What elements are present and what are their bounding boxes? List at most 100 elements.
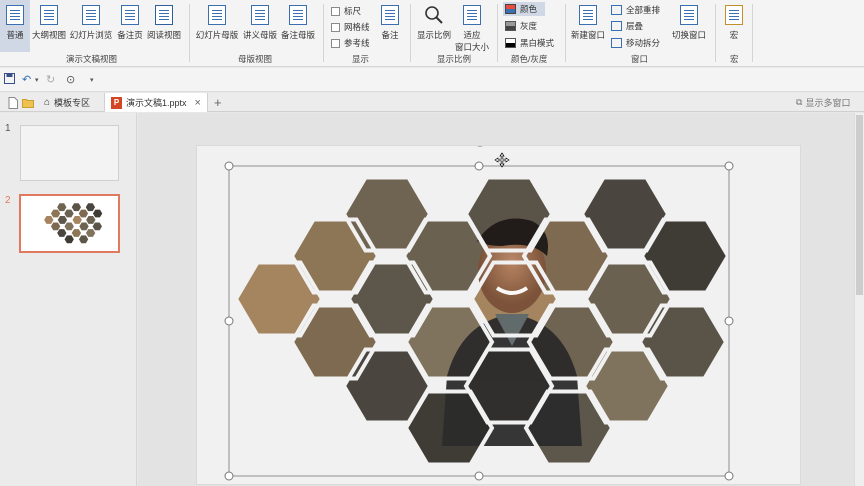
color-button[interactable]: 颜色 bbox=[503, 2, 546, 16]
notes-button[interactable]: 备注 bbox=[377, 4, 403, 41]
group-label-color: 颜色/灰度 bbox=[511, 54, 548, 64]
slide-master-button[interactable]: 幻灯片母版 bbox=[194, 4, 240, 41]
arrange-all-button[interactable]: 全部重排 bbox=[611, 4, 660, 16]
switch-windows-button[interactable]: 切换窗口 bbox=[669, 4, 709, 41]
fit-window-icon bbox=[461, 4, 483, 26]
group-label-presentation-views: 演示文稿视图 bbox=[66, 54, 118, 64]
notes-master-button[interactable]: 备注母版 bbox=[280, 4, 316, 41]
move-split-icon bbox=[611, 38, 622, 48]
pptx-file-icon: P bbox=[111, 96, 122, 109]
multi-window-button[interactable]: ⧉ 显示多窗口 bbox=[790, 93, 856, 112]
thumbnail-hexagon-preview bbox=[43, 202, 103, 244]
separator bbox=[715, 4, 716, 62]
cascade-button[interactable]: 层叠 bbox=[611, 20, 643, 32]
tab-templates[interactable]: ⌂ 模板专区 bbox=[38, 93, 96, 112]
current-slide[interactable] bbox=[196, 145, 801, 485]
notes-page-icon bbox=[119, 4, 141, 26]
ribbon: 普通 大纲视图 幻灯片浏览 备注页 阅读视图 演示文稿视图 幻灯片母版 讲义母版… bbox=[0, 0, 864, 67]
thumbnail-hexagon bbox=[56, 202, 68, 212]
customize-icon[interactable]: ▾ bbox=[90, 76, 94, 84]
multi-window-icon: ⧉ bbox=[796, 97, 803, 107]
save-icon[interactable] bbox=[4, 73, 15, 87]
thumbnail-hexagon bbox=[78, 209, 89, 219]
thumbnail-hexagon bbox=[92, 209, 103, 219]
thumbnail-hexagon bbox=[71, 202, 82, 212]
dropdown-icon[interactable]: ▾ bbox=[35, 76, 39, 84]
macros-icon bbox=[723, 4, 745, 26]
separator bbox=[752, 4, 753, 62]
slide-sorter-button[interactable]: 幻灯片浏览 bbox=[68, 4, 114, 41]
slide-editing-canvas[interactable] bbox=[138, 113, 854, 486]
new-window-button[interactable]: 新建窗口 bbox=[570, 4, 606, 41]
thumbnail-hexagon bbox=[43, 215, 55, 225]
thumbnail-hexagon bbox=[78, 234, 89, 244]
thumbnail-hexagon bbox=[56, 228, 68, 238]
handout-master-button[interactable]: 讲义母版 bbox=[242, 4, 278, 41]
fit-window-button[interactable]: 适应 窗口大小 bbox=[454, 4, 490, 53]
resize-handle[interactable] bbox=[724, 471, 734, 481]
gridlines-checkbox[interactable]: 网格线 bbox=[331, 21, 370, 33]
separator bbox=[323, 4, 324, 62]
resize-handle[interactable] bbox=[224, 161, 234, 171]
separator bbox=[497, 4, 498, 62]
slide-master-icon bbox=[206, 4, 228, 26]
resize-handle[interactable] bbox=[724, 161, 734, 171]
move-split-button[interactable]: 移动拆分 bbox=[611, 37, 660, 49]
vertical-scrollbar[interactable] bbox=[854, 113, 864, 486]
handout-master-icon bbox=[249, 4, 271, 26]
resize-handle[interactable] bbox=[224, 471, 234, 481]
checkbox-box bbox=[331, 6, 340, 16]
home-icon: ⌂ bbox=[44, 97, 51, 108]
notes-master-icon bbox=[287, 4, 309, 26]
cascade-icon bbox=[611, 21, 622, 31]
separator bbox=[189, 4, 190, 62]
color-icon bbox=[505, 4, 516, 14]
group-label-show: 显示 bbox=[352, 54, 370, 64]
add-tab-button[interactable]: + bbox=[208, 93, 228, 112]
checkbox-box bbox=[331, 38, 340, 48]
resize-handle[interactable] bbox=[724, 316, 734, 326]
black-white-icon bbox=[505, 38, 516, 48]
new-window-icon bbox=[577, 4, 599, 26]
thumbnail-hexagon bbox=[63, 209, 75, 219]
outline-view-button[interactable]: 大纲视图 bbox=[31, 4, 67, 41]
folder-icon[interactable] bbox=[16, 93, 40, 112]
group-label-master-views: 母版视图 bbox=[238, 54, 273, 64]
grayscale-icon bbox=[505, 21, 516, 31]
undo-icon[interactable]: ↶ bbox=[22, 73, 31, 86]
reading-view-button[interactable]: 阅读视图 bbox=[146, 4, 182, 41]
quick-access-toolbar: ↶ ▾ ↻ ⊙ ▾ bbox=[0, 68, 864, 92]
reading-view-icon bbox=[153, 4, 175, 26]
resize-handle[interactable] bbox=[474, 471, 484, 481]
normal-view-icon bbox=[4, 4, 26, 26]
black-white-button[interactable]: 黑白模式 bbox=[505, 37, 554, 49]
thumbnail-hexagon bbox=[63, 234, 75, 244]
slide-number: 2 bbox=[5, 195, 11, 206]
thumbnail-hexagon bbox=[85, 228, 96, 238]
print-preview-icon[interactable]: ⊙ bbox=[66, 73, 75, 86]
guides-checkbox[interactable]: 参考线 bbox=[331, 37, 370, 49]
move-cursor-icon bbox=[494, 152, 510, 168]
grayscale-button[interactable]: 灰度 bbox=[505, 20, 537, 32]
hexagon-photo-collage[interactable] bbox=[197, 146, 802, 486]
notes-icon bbox=[379, 4, 401, 26]
redo-icon[interactable]: ↻ bbox=[46, 73, 55, 86]
zoom-button[interactable]: 显示比例 bbox=[416, 4, 452, 41]
document-tab-bar: ⌂ 模板专区 P 演示文稿1.pptx × + ⧉ 显示多窗口 bbox=[0, 93, 864, 112]
normal-view-button[interactable]: 普通 bbox=[0, 0, 30, 52]
tab-document[interactable]: P 演示文稿1.pptx × bbox=[104, 93, 208, 112]
macros-button[interactable]: 宏 bbox=[722, 4, 746, 41]
resize-handle[interactable] bbox=[224, 316, 234, 326]
ruler-checkbox[interactable]: 标尺 bbox=[331, 5, 361, 17]
group-label-window: 窗口 bbox=[631, 54, 649, 64]
notes-page-button[interactable]: 备注页 bbox=[115, 4, 145, 41]
separator bbox=[565, 4, 566, 62]
slide-thumbnail-2[interactable] bbox=[19, 194, 120, 253]
checkbox-box bbox=[331, 22, 340, 32]
arrange-all-icon bbox=[611, 5, 622, 15]
thumbnail-hexagon bbox=[63, 221, 75, 231]
scrollbar-thumb[interactable] bbox=[856, 115, 863, 295]
slide-thumbnail-1[interactable] bbox=[20, 125, 119, 181]
resize-handle[interactable] bbox=[474, 161, 484, 171]
close-tab-icon[interactable]: × bbox=[195, 97, 201, 109]
